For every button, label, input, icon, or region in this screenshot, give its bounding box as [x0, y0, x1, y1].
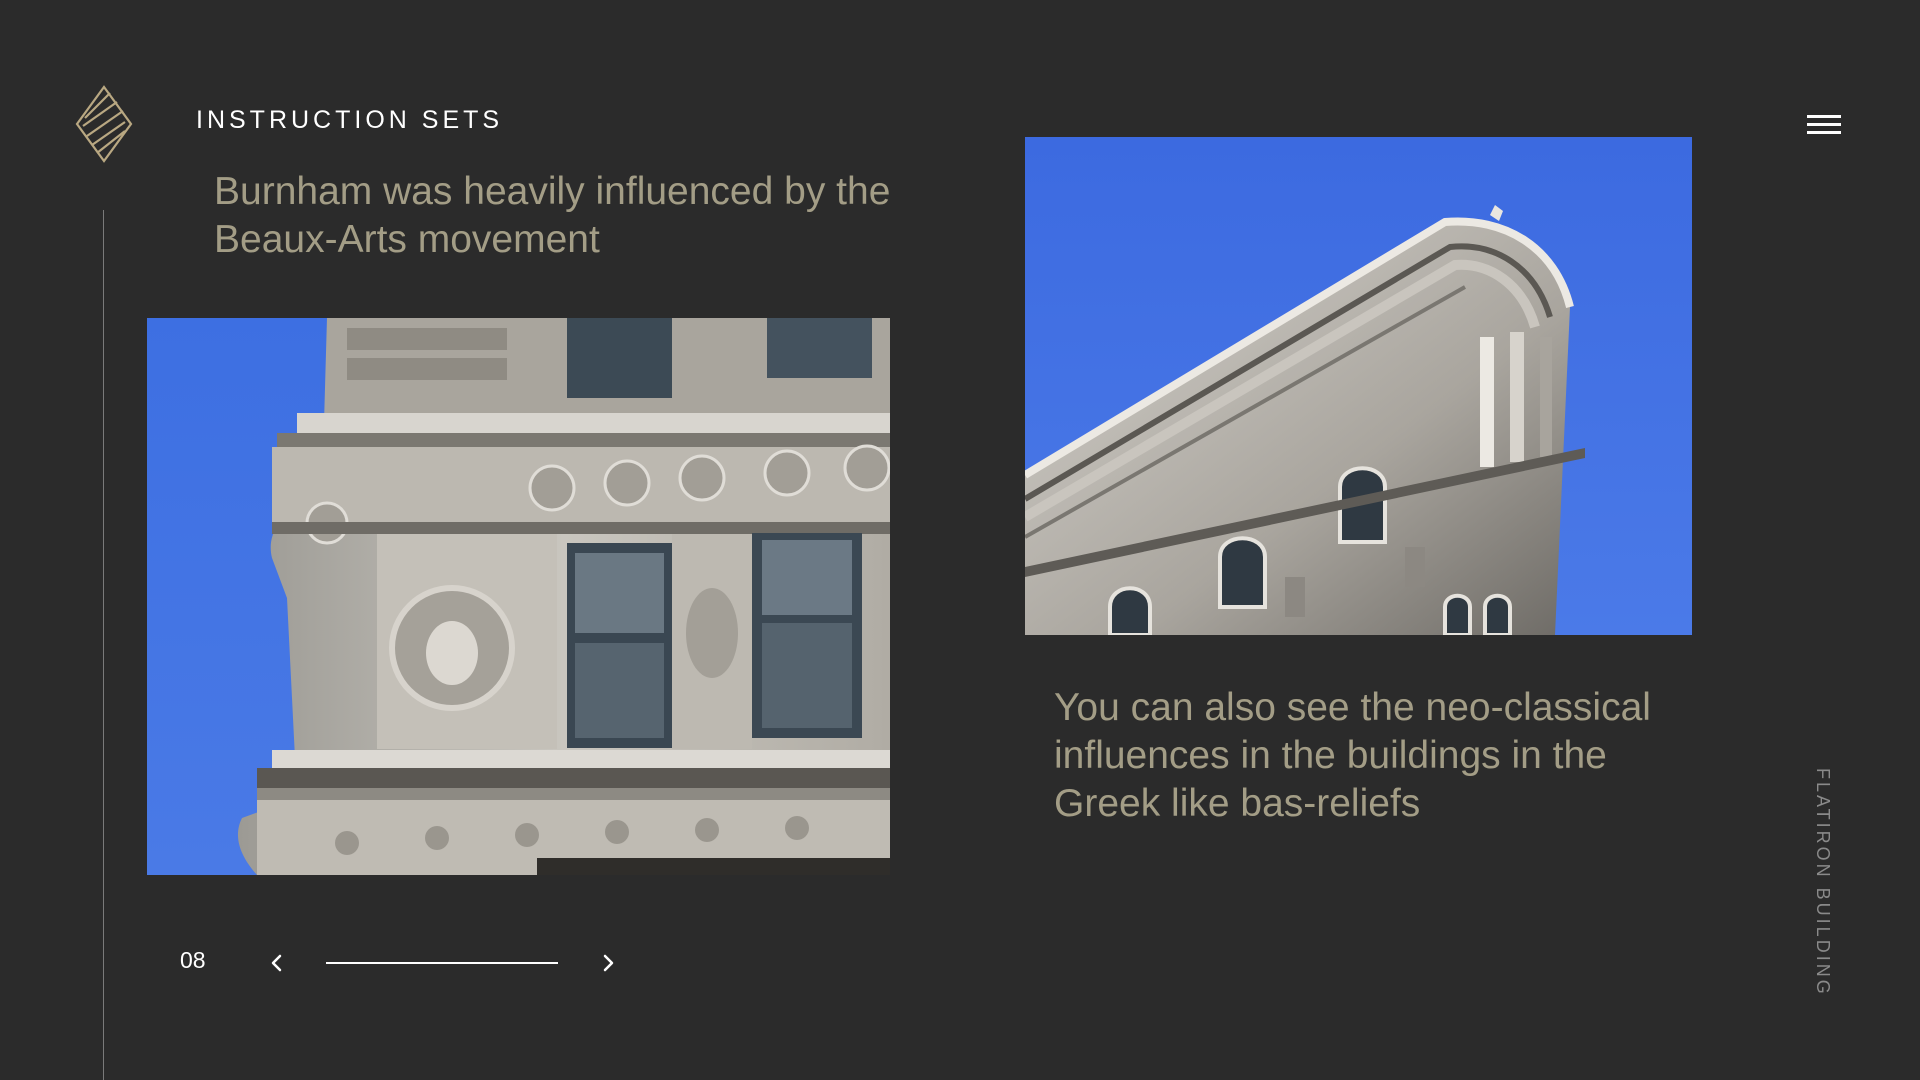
- hamburger-menu-icon[interactable]: [1803, 113, 1843, 139]
- chevron-right-icon[interactable]: [593, 948, 623, 978]
- slide-page: INSTRUCTION SETS Burnham was heavily inf…: [0, 0, 1920, 1080]
- menu-bar: [1807, 131, 1841, 134]
- layered-diamond-logo-icon: [75, 85, 133, 163]
- page-number: 08: [180, 947, 206, 973]
- progress-track: [326, 962, 558, 964]
- facade-detail-photo: [147, 318, 890, 875]
- side-label: FLATIRON BUILDING: [1813, 768, 1833, 997]
- menu-bar: [1807, 123, 1841, 126]
- progress-fill: [326, 962, 558, 964]
- headline-left: Burnham was heavily influenced by the Be…: [214, 170, 891, 261]
- caption-right: You can also see the neo-classical influ…: [1054, 686, 1651, 825]
- vertical-divider: [103, 210, 104, 1080]
- brand-title: INSTRUCTION SETS: [196, 106, 504, 134]
- menu-bar: [1807, 115, 1841, 118]
- chevron-left-icon[interactable]: [262, 948, 292, 978]
- flatiron-corner-photo: [1025, 137, 1692, 635]
